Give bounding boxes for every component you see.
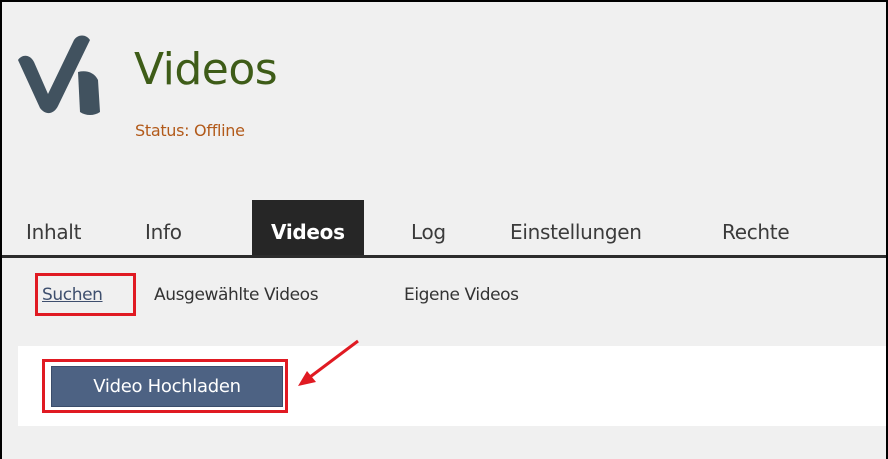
page-header: Videos Status: Offline [2,2,886,182]
annotation-arrow-icon [298,339,359,386]
tab-rechte[interactable]: Rechte [722,200,790,256]
subnav-ausgewaehlte-videos[interactable]: Ausgewählte Videos [154,276,319,316]
logo-icon [18,35,100,115]
suchen-highlight-box [35,273,136,316]
tab-inhalt[interactable]: Inhalt [26,200,81,256]
subnav-eigene-videos[interactable]: Eigene Videos [404,276,519,316]
page-title: Videos [134,44,278,95]
tab-videos[interactable]: Videos [252,200,364,256]
tab-einstellungen[interactable]: Einstellungen [510,200,642,256]
upload-highlight-box [42,359,288,413]
status-text: Status: Offline [135,121,245,140]
tab-info[interactable]: Info [145,200,182,256]
tab-bar: Inhalt Info Videos Log Einstellungen Rec… [2,200,886,256]
tab-divider [2,255,886,258]
tab-log[interactable]: Log [411,200,446,256]
